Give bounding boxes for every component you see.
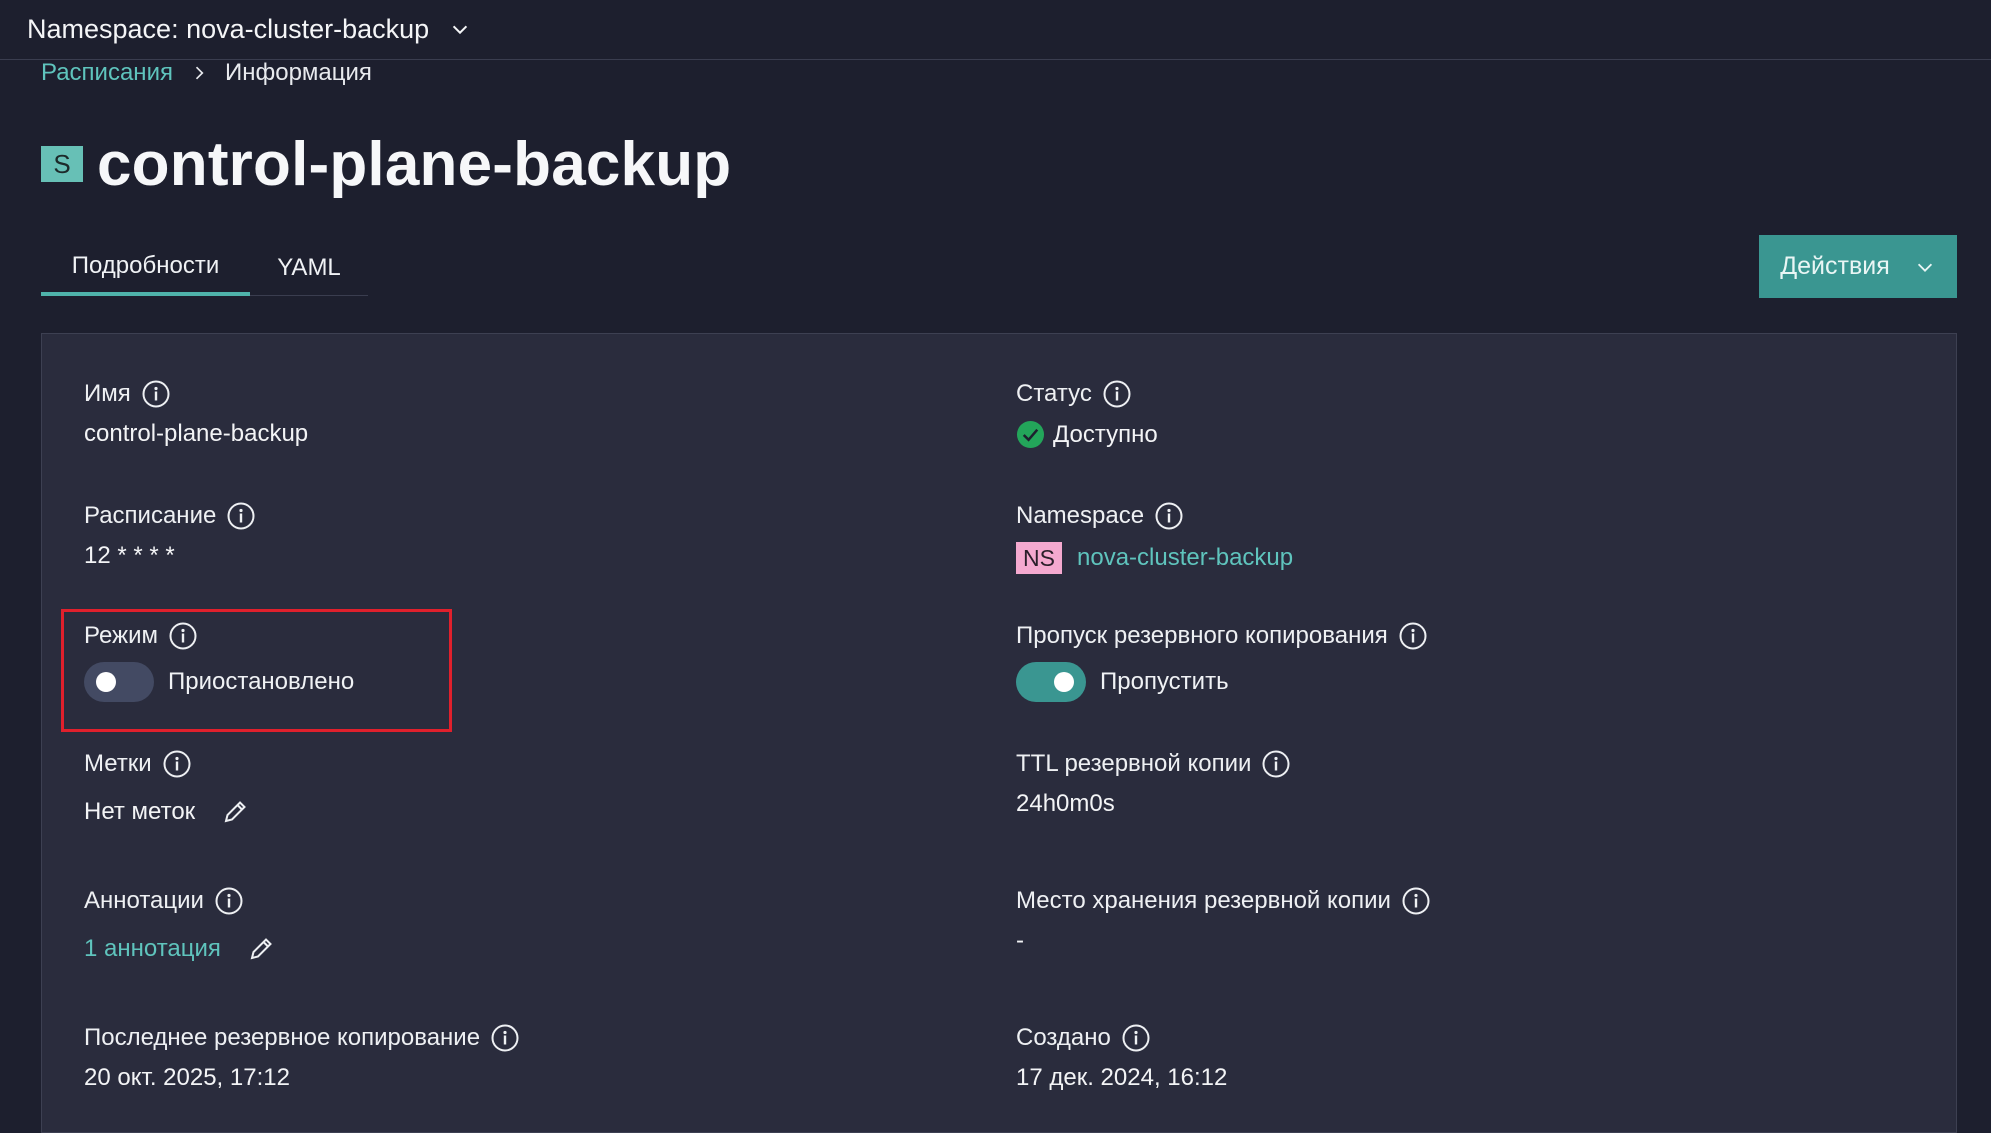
namespace-selector[interactable]: Namespace: nova-cluster-backup	[27, 14, 471, 45]
labels-value: Нет меток	[84, 798, 196, 825]
field-storage-location-label: Место хранения резервной копии	[1016, 887, 1391, 914]
field-annotations: Аннотации 1 аннотация	[84, 885, 275, 963]
namespace-badge: NS	[1016, 542, 1062, 574]
details-panel: Имя control-plane-backup Статус Доступно…	[41, 333, 1957, 1133]
chevron-right-icon	[195, 66, 204, 80]
highlight-box	[61, 609, 452, 732]
field-name-label: Имя	[84, 380, 131, 407]
top-bar: Namespace: nova-cluster-backup	[0, 0, 1991, 60]
page-title: control-plane-backup	[97, 129, 732, 199]
field-namespace-label: Namespace	[1016, 502, 1145, 529]
toggle-knob	[1054, 672, 1074, 692]
field-labels-label: Метки	[84, 750, 152, 777]
check-circle-icon	[1016, 420, 1045, 449]
info-icon[interactable]	[1154, 501, 1184, 531]
storage-location-value: -	[1016, 927, 1024, 954]
chevron-down-icon	[1917, 263, 1932, 272]
actions-button-label: Действия	[1780, 252, 1890, 280]
pencil-icon[interactable]	[247, 935, 275, 963]
field-schedule-label: Расписание	[84, 502, 217, 529]
info-icon[interactable]	[162, 749, 192, 779]
info-icon[interactable]	[1102, 379, 1132, 409]
field-status-label: Статус	[1016, 380, 1092, 407]
field-status: Статус Доступно	[1016, 378, 1158, 449]
field-created-label: Создано	[1016, 1024, 1111, 1051]
field-created: Создано 17 дек. 2024, 16:12	[1016, 1022, 1227, 1092]
field-annotations-label: Аннотации	[84, 887, 204, 914]
created-value: 17 дек. 2024, 16:12	[1016, 1064, 1228, 1091]
field-last-backup: Последнее резервное копирование 20 окт. …	[84, 1022, 520, 1092]
skip-backup-toggle-label: Пропустить	[1100, 668, 1229, 695]
info-icon[interactable]	[1121, 1023, 1151, 1053]
info-icon[interactable]	[1261, 749, 1291, 779]
info-icon[interactable]	[226, 501, 256, 531]
field-skip-backup: Пропуск резервного копирования Пропустит…	[1016, 620, 1428, 702]
status-value: Доступно	[1053, 420, 1158, 448]
field-name-value: control-plane-backup	[84, 420, 309, 447]
field-labels: Метки Нет меток	[84, 748, 249, 826]
info-icon[interactable]	[1398, 621, 1428, 651]
actions-button[interactable]: Действия	[1759, 235, 1957, 298]
breadcrumb-current: Информация	[224, 59, 372, 86]
last-backup-value: 20 окт. 2025, 17:12	[84, 1064, 290, 1091]
info-icon[interactable]	[1401, 886, 1431, 916]
breadcrumb-schedules-link[interactable]: Расписания	[41, 59, 173, 87]
field-schedule-value: 12 * * * *	[84, 542, 175, 569]
field-namespace: Namespace NS nova-cluster-backup	[1016, 500, 1293, 574]
info-icon[interactable]	[214, 886, 244, 916]
namespace-link[interactable]: nova-cluster-backup	[1077, 544, 1293, 572]
field-last-backup-label: Последнее резервное копирование	[84, 1024, 481, 1051]
tab-yaml[interactable]: YAML	[250, 240, 368, 296]
info-icon[interactable]	[490, 1023, 520, 1053]
field-ttl-label: TTL резервной копии	[1016, 750, 1252, 777]
ttl-value: 24h0m0s	[1016, 790, 1115, 817]
info-icon[interactable]	[141, 379, 171, 409]
field-schedule: Расписание 12 * * * *	[84, 500, 256, 570]
field-ttl: TTL резервной копии 24h0m0s	[1016, 748, 1291, 818]
field-skip-backup-label: Пропуск резервного копирования	[1016, 622, 1388, 649]
chevron-down-icon	[453, 25, 468, 34]
skip-backup-toggle[interactable]	[1016, 662, 1086, 702]
namespace-selector-label: Namespace: nova-cluster-backup	[27, 14, 430, 44]
annotations-link[interactable]: 1 аннотация	[84, 935, 221, 963]
page-header: S control-plane-backup	[41, 126, 731, 202]
tab-bar: Подробности YAML	[41, 240, 368, 296]
breadcrumb: Расписания Информация	[41, 58, 372, 88]
pencil-icon[interactable]	[221, 798, 249, 826]
tab-details[interactable]: Подробности	[41, 240, 250, 296]
field-storage-location: Место хранения резервной копии -	[1016, 885, 1431, 955]
resource-kind-badge: S	[41, 146, 83, 182]
field-name: Имя control-plane-backup	[84, 378, 308, 448]
